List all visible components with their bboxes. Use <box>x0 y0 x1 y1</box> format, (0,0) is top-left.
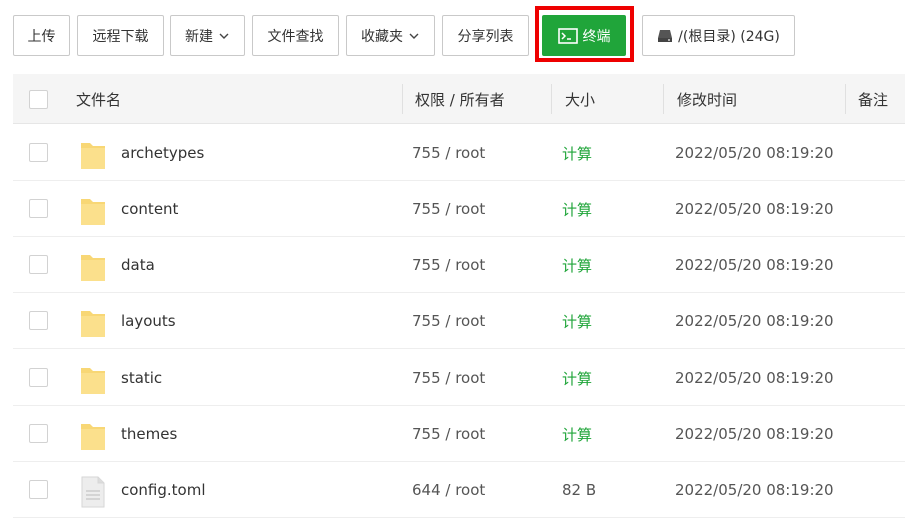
upload-button[interactable]: 上传 <box>13 15 70 56</box>
terminal-icon <box>557 27 578 44</box>
file-modified-time: 2022/05/20 08:19:20 <box>675 425 834 443</box>
calculate-size-link[interactable]: 计算 <box>562 406 592 462</box>
disk-drive-icon <box>658 29 673 42</box>
file-permission[interactable]: 755 / root <box>412 350 485 406</box>
row-checkbox[interactable] <box>29 368 48 387</box>
table-row[interactable]: content 755 / root 计算 2022/05/20 08:19:2… <box>13 181 905 237</box>
folder-icon <box>81 311 105 337</box>
file-modified-time: 2022/05/20 08:19:20 <box>675 144 834 162</box>
folder-icon <box>81 143 105 169</box>
table-row[interactable]: layouts 755 / root 计算 2022/05/20 08:19:2… <box>13 293 905 349</box>
calculate-size-link[interactable]: 计算 <box>562 350 592 406</box>
upload-label: 上传 <box>27 28 56 45</box>
file-permission[interactable]: 755 / root <box>412 125 485 181</box>
calculate-size-link[interactable]: 计算 <box>562 125 592 181</box>
table-row[interactable]: static 755 / root 计算 2022/05/20 08:19:20 <box>13 350 905 406</box>
header-size[interactable]: 大小 <box>565 74 595 124</box>
file-name[interactable]: content <box>121 181 178 237</box>
column-divider <box>551 84 552 114</box>
table-header: 文件名 权限 / 所有者 大小 修改时间 备注 <box>13 74 905 124</box>
remote-download-button[interactable]: 远程下载 <box>77 15 164 56</box>
new-dropdown-button[interactable]: 新建 <box>170 15 245 56</box>
terminal-label: 终端 <box>582 28 611 45</box>
file-name[interactable]: archetypes <box>121 125 204 181</box>
folder-icon <box>81 424 105 450</box>
share-list-button[interactable]: 分享列表 <box>442 15 529 56</box>
file-search-button[interactable]: 文件查找 <box>252 15 339 56</box>
table-row[interactable]: archetypes 755 / root 计算 2022/05/20 08:1… <box>13 125 905 181</box>
table-row[interactable]: config.toml 644 / root 82 B 2022/05/20 0… <box>13 462 905 518</box>
file-permission[interactable]: 755 / root <box>412 237 485 293</box>
file-modified-time: 2022/05/20 08:19:20 <box>675 200 834 218</box>
table-row[interactable]: data 755 / root 计算 2022/05/20 08:19:20 <box>13 237 905 293</box>
folder-icon <box>81 199 105 225</box>
file-permission[interactable]: 755 / root <box>412 406 485 462</box>
file-name[interactable]: themes <box>121 406 177 462</box>
row-checkbox[interactable] <box>29 199 48 218</box>
column-divider <box>663 84 664 114</box>
file-name[interactable]: static <box>121 350 162 406</box>
calculate-size-link[interactable]: 计算 <box>562 293 592 349</box>
header-name[interactable]: 文件名 <box>76 74 121 124</box>
file-size: 82 B <box>562 481 597 499</box>
file-modified-time: 2022/05/20 08:19:20 <box>675 312 834 330</box>
terminal-button[interactable]: 终端 <box>542 15 626 56</box>
chevron-down-icon <box>409 33 419 39</box>
remote-download-label: 远程下载 <box>92 28 149 45</box>
text-file-icon <box>81 476 105 508</box>
disk-label: /(根目录) (24G) <box>678 28 780 45</box>
column-divider <box>845 84 846 114</box>
disk-button[interactable]: /(根目录) (24G) <box>642 15 795 56</box>
file-modified-time: 2022/05/20 08:19:20 <box>675 481 834 499</box>
file-modified-time: 2022/05/20 08:19:20 <box>675 256 834 274</box>
header-note: 备注 <box>858 90 889 109</box>
row-checkbox[interactable] <box>29 480 48 499</box>
favorites-dropdown-button[interactable]: 收藏夹 <box>346 15 435 56</box>
calculate-size-link[interactable]: 计算 <box>562 237 592 293</box>
file-name[interactable]: layouts <box>121 293 176 349</box>
new-label: 新建 <box>185 28 213 45</box>
file-modified-time: 2022/05/20 08:19:20 <box>675 369 834 387</box>
header-modified-time[interactable]: 修改时间 <box>677 74 737 124</box>
row-checkbox[interactable] <box>29 143 48 162</box>
row-checkbox[interactable] <box>29 424 48 443</box>
favorites-label: 收藏夹 <box>361 28 403 45</box>
file-name[interactable]: config.toml <box>121 462 206 518</box>
file-search-label: 文件查找 <box>267 28 324 45</box>
chevron-down-icon <box>219 33 229 39</box>
select-all-checkbox[interactable] <box>29 90 48 109</box>
header-permission[interactable]: 权限 / 所有者 <box>415 74 505 124</box>
share-list-label: 分享列表 <box>457 28 514 45</box>
file-permission[interactable]: 755 / root <box>412 181 485 237</box>
row-checkbox[interactable] <box>29 311 48 330</box>
calculate-size-link[interactable]: 计算 <box>562 181 592 237</box>
file-permission[interactable]: 644 / root <box>412 462 485 518</box>
file-permission[interactable]: 755 / root <box>412 293 485 349</box>
row-checkbox[interactable] <box>29 255 48 274</box>
folder-icon <box>81 255 105 281</box>
table-row[interactable]: themes 755 / root 计算 2022/05/20 08:19:20 <box>13 406 905 462</box>
column-divider <box>402 84 403 114</box>
file-name[interactable]: data <box>121 237 155 293</box>
folder-icon <box>81 368 105 394</box>
toolbar: 上传 远程下载 新建 文件查找 收藏夹 分享列表 终端 /(根目录) (24G) <box>0 0 905 66</box>
